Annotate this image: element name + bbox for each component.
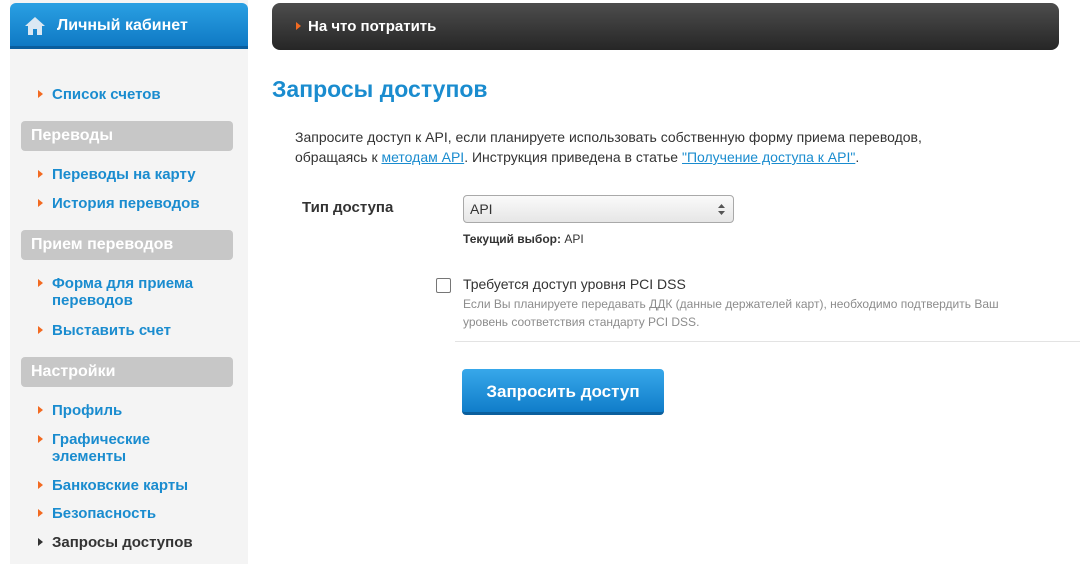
bullet-icon — [38, 279, 43, 287]
bullet-icon — [296, 22, 301, 30]
sidebar-item-receive-form[interactable]: Форма для приема переводов — [52, 275, 193, 309]
sidebar-item-invoice[interactable]: Выставить счет — [52, 322, 171, 339]
intro-line-2: обращаясь к методам API. Инструкция прив… — [295, 147, 1055, 167]
sidebar-item-security[interactable]: Безопасность — [52, 505, 156, 522]
sidebar-item-transfer-to-card[interactable]: Переводы на карту — [52, 166, 196, 183]
bullet-icon — [38, 435, 43, 443]
select-arrows-icon — [718, 204, 725, 215]
pci-dss-hint-line-2: уровень соответствия стандарту PCI DSS. — [463, 315, 700, 329]
pci-dss-hint: Если Вы планируете передавать ДДК (данны… — [463, 295, 1063, 331]
api-methods-link[interactable]: методам API — [381, 149, 464, 165]
intro-suffix: . — [855, 149, 860, 165]
current-choice-value: API — [564, 232, 584, 246]
access-type-value: API — [470, 201, 493, 217]
sidebar: Личный кабинет Список счетов Переводы Пе… — [10, 0, 248, 564]
bullet-icon — [38, 406, 43, 414]
current-choice: Текущий выбор: API — [463, 232, 584, 246]
intro-mid: . Инструкция приведена в статье — [464, 149, 682, 165]
intro-prefix: обращаясь к — [295, 149, 382, 165]
bullet-icon — [38, 90, 43, 98]
sidebar-section-settings: Настройки — [21, 357, 233, 387]
sidebar-item-bank-cards[interactable]: Банковские карты — [52, 477, 188, 494]
pci-dss-hint-line-1: Если Вы планируете передавать ДДК (данны… — [463, 297, 999, 311]
divider — [455, 341, 1080, 342]
sidebar-item-graphics[interactable]: Графические элементы — [52, 431, 150, 465]
bullet-icon — [38, 326, 43, 334]
page-title: Запросы доступов — [272, 76, 488, 102]
sidebar-section-receiving: Прием переводов — [21, 230, 233, 260]
access-type-select[interactable]: API — [463, 195, 734, 223]
api-access-article-link[interactable]: "Получение доступа к API" — [682, 149, 855, 165]
sidebar-title: Личный кабинет — [57, 17, 188, 34]
sidebar-item-profile[interactable]: Профиль — [52, 402, 122, 419]
top-bar[interactable]: На что потратить — [272, 3, 1059, 50]
pci-dss-checkbox[interactable] — [436, 278, 451, 293]
sidebar-section-transfers: Переводы — [21, 121, 233, 151]
bullet-icon — [38, 509, 43, 517]
intro-text: Запросите доступ к API, если планируете … — [295, 127, 1055, 167]
bullet-icon — [38, 170, 43, 178]
home-icon — [25, 17, 45, 35]
sidebar-header[interactable]: Личный кабинет — [10, 3, 248, 49]
sidebar-item-accounts[interactable]: Список счетов — [52, 86, 161, 103]
sidebar-item-access-requests[interactable]: Запросы доступов — [52, 534, 193, 551]
bullet-icon — [38, 481, 43, 489]
bullet-icon — [38, 199, 43, 207]
current-choice-label: Текущий выбор: — [463, 232, 561, 246]
access-type-label: Тип доступа — [302, 199, 394, 216]
sidebar-item-transfer-history[interactable]: История переводов — [52, 195, 200, 212]
request-access-button[interactable]: Запросить доступ — [462, 369, 664, 415]
pci-dss-label[interactable]: Требуется доступ уровня PCI DSS — [463, 276, 686, 292]
top-bar-title[interactable]: На что потратить — [308, 18, 436, 35]
intro-line-1: Запросите доступ к API, если планируете … — [295, 129, 922, 145]
bullet-icon — [38, 538, 43, 546]
